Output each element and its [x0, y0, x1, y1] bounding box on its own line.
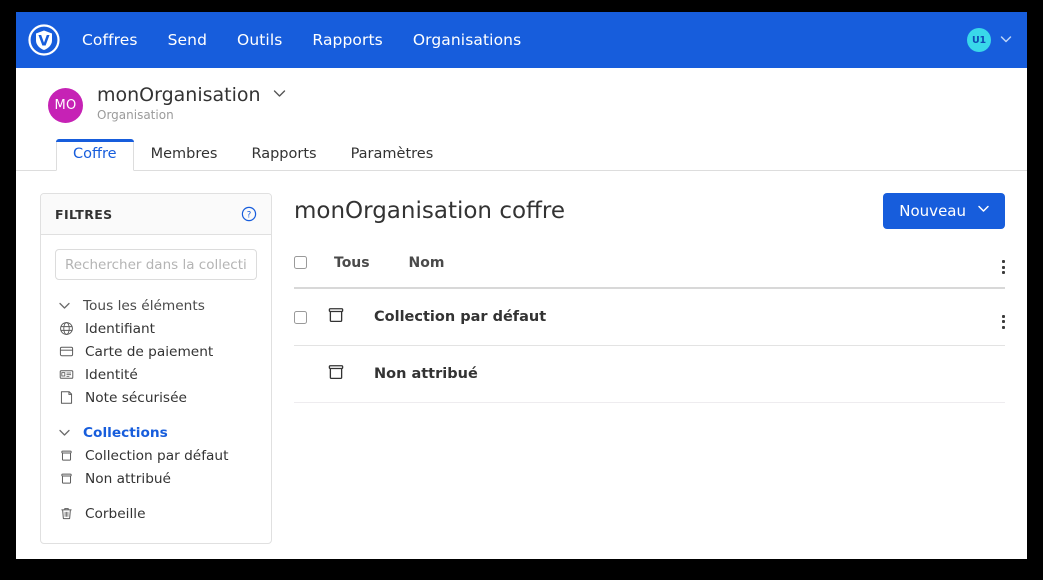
organization-name: monOrganisation [97, 84, 261, 107]
filter-item-identite[interactable]: Identité [55, 363, 257, 386]
select-all-cell [294, 247, 326, 290]
search-input[interactable] [55, 249, 257, 280]
row-select-cell [294, 345, 326, 404]
nav-link-organisations[interactable]: Organisations [413, 31, 521, 49]
question-circle-icon[interactable]: ? [241, 206, 257, 222]
filter-header-all-items[interactable]: Tous les éléments [55, 294, 257, 317]
user-menu[interactable]: U1 [967, 28, 1013, 52]
table-body: Collection par défaut Non attribué [294, 288, 1005, 404]
row-checkbox[interactable] [294, 310, 307, 324]
table-header: Tous Nom [294, 247, 1005, 290]
nav-link-coffres[interactable]: Coffres [82, 31, 138, 49]
filter-item-corbeille[interactable]: Corbeille [55, 502, 257, 525]
row-icon-cell [326, 345, 374, 404]
svg-text:?: ? [247, 210, 252, 220]
filters-title: FILTRES [55, 206, 113, 222]
filter-item-identifiant[interactable]: Identifiant [55, 317, 257, 340]
filter-label: Carte de paiement [85, 343, 214, 360]
kebab-menu-icon[interactable] [1001, 314, 1005, 330]
organization-subtitle: Organisation [97, 108, 174, 122]
chevron-down-icon[interactable] [999, 31, 1013, 50]
organization-header: MO monOrganisation Organisation [16, 68, 1027, 123]
row-icon-cell [326, 288, 374, 347]
nav-link-send[interactable]: Send [168, 31, 207, 49]
row-select-cell [294, 288, 326, 347]
filter-header-collections[interactable]: Collections [55, 421, 257, 444]
collection-icon [326, 305, 346, 325]
select-all-checkbox[interactable] [294, 256, 307, 270]
filter-label: Tous les éléments [83, 297, 205, 314]
main-header: monOrganisation coffre Nouveau [294, 193, 1005, 229]
svg-text:V: V [38, 34, 50, 50]
filter-label: Note sécurisée [85, 389, 187, 406]
navbar-links: Coffres Send Outils Rapports Organisatio… [82, 31, 521, 49]
trash-icon [57, 505, 75, 523]
filter-group-all-items: Tous les éléments Identifiant Carte de p… [55, 294, 257, 409]
table-options-cell [965, 247, 1005, 290]
column-header-select-all: Tous Nom [326, 247, 965, 290]
filter-label: Identité [85, 366, 138, 383]
chevron-down-icon[interactable] [271, 85, 288, 106]
tab-membres[interactable]: Membres [134, 139, 235, 171]
app-window: V Coffres Send Outils Rapports Organisat… [16, 12, 1027, 559]
tab-coffre[interactable]: Coffre [56, 139, 134, 171]
filter-item-carte-de-paiement[interactable]: Carte de paiement [55, 340, 257, 363]
chevron-down-icon [55, 297, 73, 315]
collection-icon [57, 470, 75, 488]
chevron-down-icon [976, 201, 991, 220]
top-navbar: V Coffres Send Outils Rapports Organisat… [16, 12, 1027, 68]
filter-item-non-attribue[interactable]: Non attribué [55, 467, 257, 490]
tab-parametres[interactable]: Paramètres [334, 139, 451, 171]
filter-label: Non attribué [85, 470, 171, 487]
filter-group-collections: Collections Collection par défaut Non at… [55, 421, 257, 490]
globe-icon [57, 320, 75, 338]
filters-sidebar: FILTRES ? Tous les éléments [40, 193, 272, 544]
collection-icon [57, 447, 75, 465]
bitwarden-shield-logo-icon[interactable]: V [24, 20, 64, 60]
collection-icon [326, 362, 346, 382]
row-options-cell [965, 345, 1005, 404]
row-name: Collection par défaut [374, 288, 965, 347]
filter-item-note-securisee[interactable]: Note sécurisée [55, 386, 257, 409]
nav-link-outils[interactable]: Outils [237, 31, 282, 49]
page-title: monOrganisation coffre [294, 198, 565, 224]
column-label-nom: Nom [408, 254, 445, 271]
collections-table: Tous Nom Collection par défaut Non attri… [294, 247, 1005, 404]
nav-link-rapports[interactable]: Rapports [312, 31, 382, 49]
main-content: monOrganisation coffre Nouveau Tous Nom … [294, 193, 1005, 559]
kebab-menu-icon[interactable] [1001, 259, 1005, 275]
new-item-button[interactable]: Nouveau [883, 193, 1005, 229]
user-avatar[interactable]: U1 [967, 28, 991, 52]
row-name: Non attribué [374, 345, 965, 404]
row-options-cell [965, 288, 1005, 347]
filters-body: Tous les éléments Identifiant [41, 235, 271, 543]
chevron-down-icon [55, 424, 73, 442]
tab-rapports[interactable]: Rapports [234, 139, 333, 171]
filters-header: FILTRES ? [41, 194, 271, 235]
table-row[interactable]: Collection par défaut [294, 288, 1005, 347]
organization-tabs: Coffre Membres Rapports Paramètres [16, 139, 1027, 171]
sticky-note-icon [57, 389, 75, 407]
table-row[interactable]: Non attribué [294, 345, 1005, 404]
filter-label: Corbeille [85, 505, 146, 522]
filter-label: Identifiant [85, 320, 156, 337]
filter-label: Collections [83, 424, 168, 441]
page-body: FILTRES ? Tous les éléments [16, 171, 1027, 559]
table-header-row: Tous Nom [294, 247, 1005, 290]
organization-avatar: MO [48, 88, 83, 123]
filter-item-collection-par-defaut[interactable]: Collection par défaut [55, 444, 257, 467]
id-card-icon [57, 366, 75, 384]
filter-label: Collection par défaut [85, 447, 229, 464]
new-item-button-label: Nouveau [899, 201, 966, 220]
organization-switcher[interactable]: monOrganisation [97, 85, 288, 106]
credit-card-icon [57, 343, 75, 361]
column-label-tous: Tous [334, 254, 370, 271]
